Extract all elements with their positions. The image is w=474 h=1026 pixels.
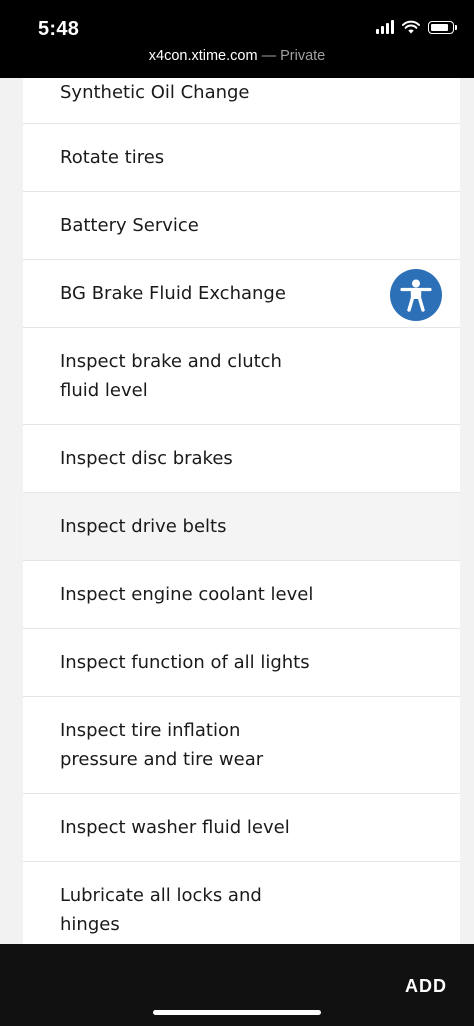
accessibility-button[interactable] [390, 269, 442, 321]
service-item-engine-coolant[interactable]: Inspect engine coolant level [23, 561, 460, 629]
service-item-lights[interactable]: Inspect function of all lights [23, 629, 460, 697]
service-item-lubricate-locks[interactable]: Lubricate all locks and hinges [23, 862, 460, 944]
status-icons [376, 20, 457, 34]
wifi-icon [402, 20, 420, 34]
service-item-rotate-tires[interactable]: Rotate tires [23, 124, 460, 192]
status-bar: 5:48 x4con.xtime.com — Private [0, 0, 474, 78]
url-domain: x4con.xtime.com [148, 48, 258, 64]
service-item-tire-inflation[interactable]: Inspect tire inflation pressure and tire… [23, 697, 460, 794]
status-time: 5:48 [38, 18, 80, 40]
accessibility-person-icon [400, 279, 432, 312]
service-item-washer-fluid[interactable]: Inspect washer fluid level [23, 794, 460, 862]
service-list-panel: Synthetic Oil Change Rotate tires Batter… [23, 78, 460, 944]
url-bar[interactable]: x4con.xtime.com — Private [0, 48, 474, 64]
bottom-action-bar: ADD [0, 944, 474, 1026]
private-mode-label: Private [280, 48, 326, 64]
url-separator: — [257, 48, 281, 64]
home-indicator[interactable] [153, 1010, 321, 1015]
service-item-brake-clutch-fluid[interactable]: Inspect brake and clutch fluid level [23, 328, 460, 425]
service-list: Synthetic Oil Change Rotate tires Batter… [23, 78, 460, 944]
battery-icon [428, 20, 457, 34]
service-item-drive-belts[interactable]: Inspect drive belts [23, 493, 460, 561]
service-item-synthetic-oil-change[interactable]: Synthetic Oil Change [23, 78, 460, 124]
cellular-signal-icon [376, 20, 394, 34]
add-button[interactable]: ADD [405, 976, 447, 997]
service-item-disc-brakes[interactable]: Inspect disc brakes [23, 425, 460, 493]
service-item-battery-service[interactable]: Battery Service [23, 192, 460, 260]
